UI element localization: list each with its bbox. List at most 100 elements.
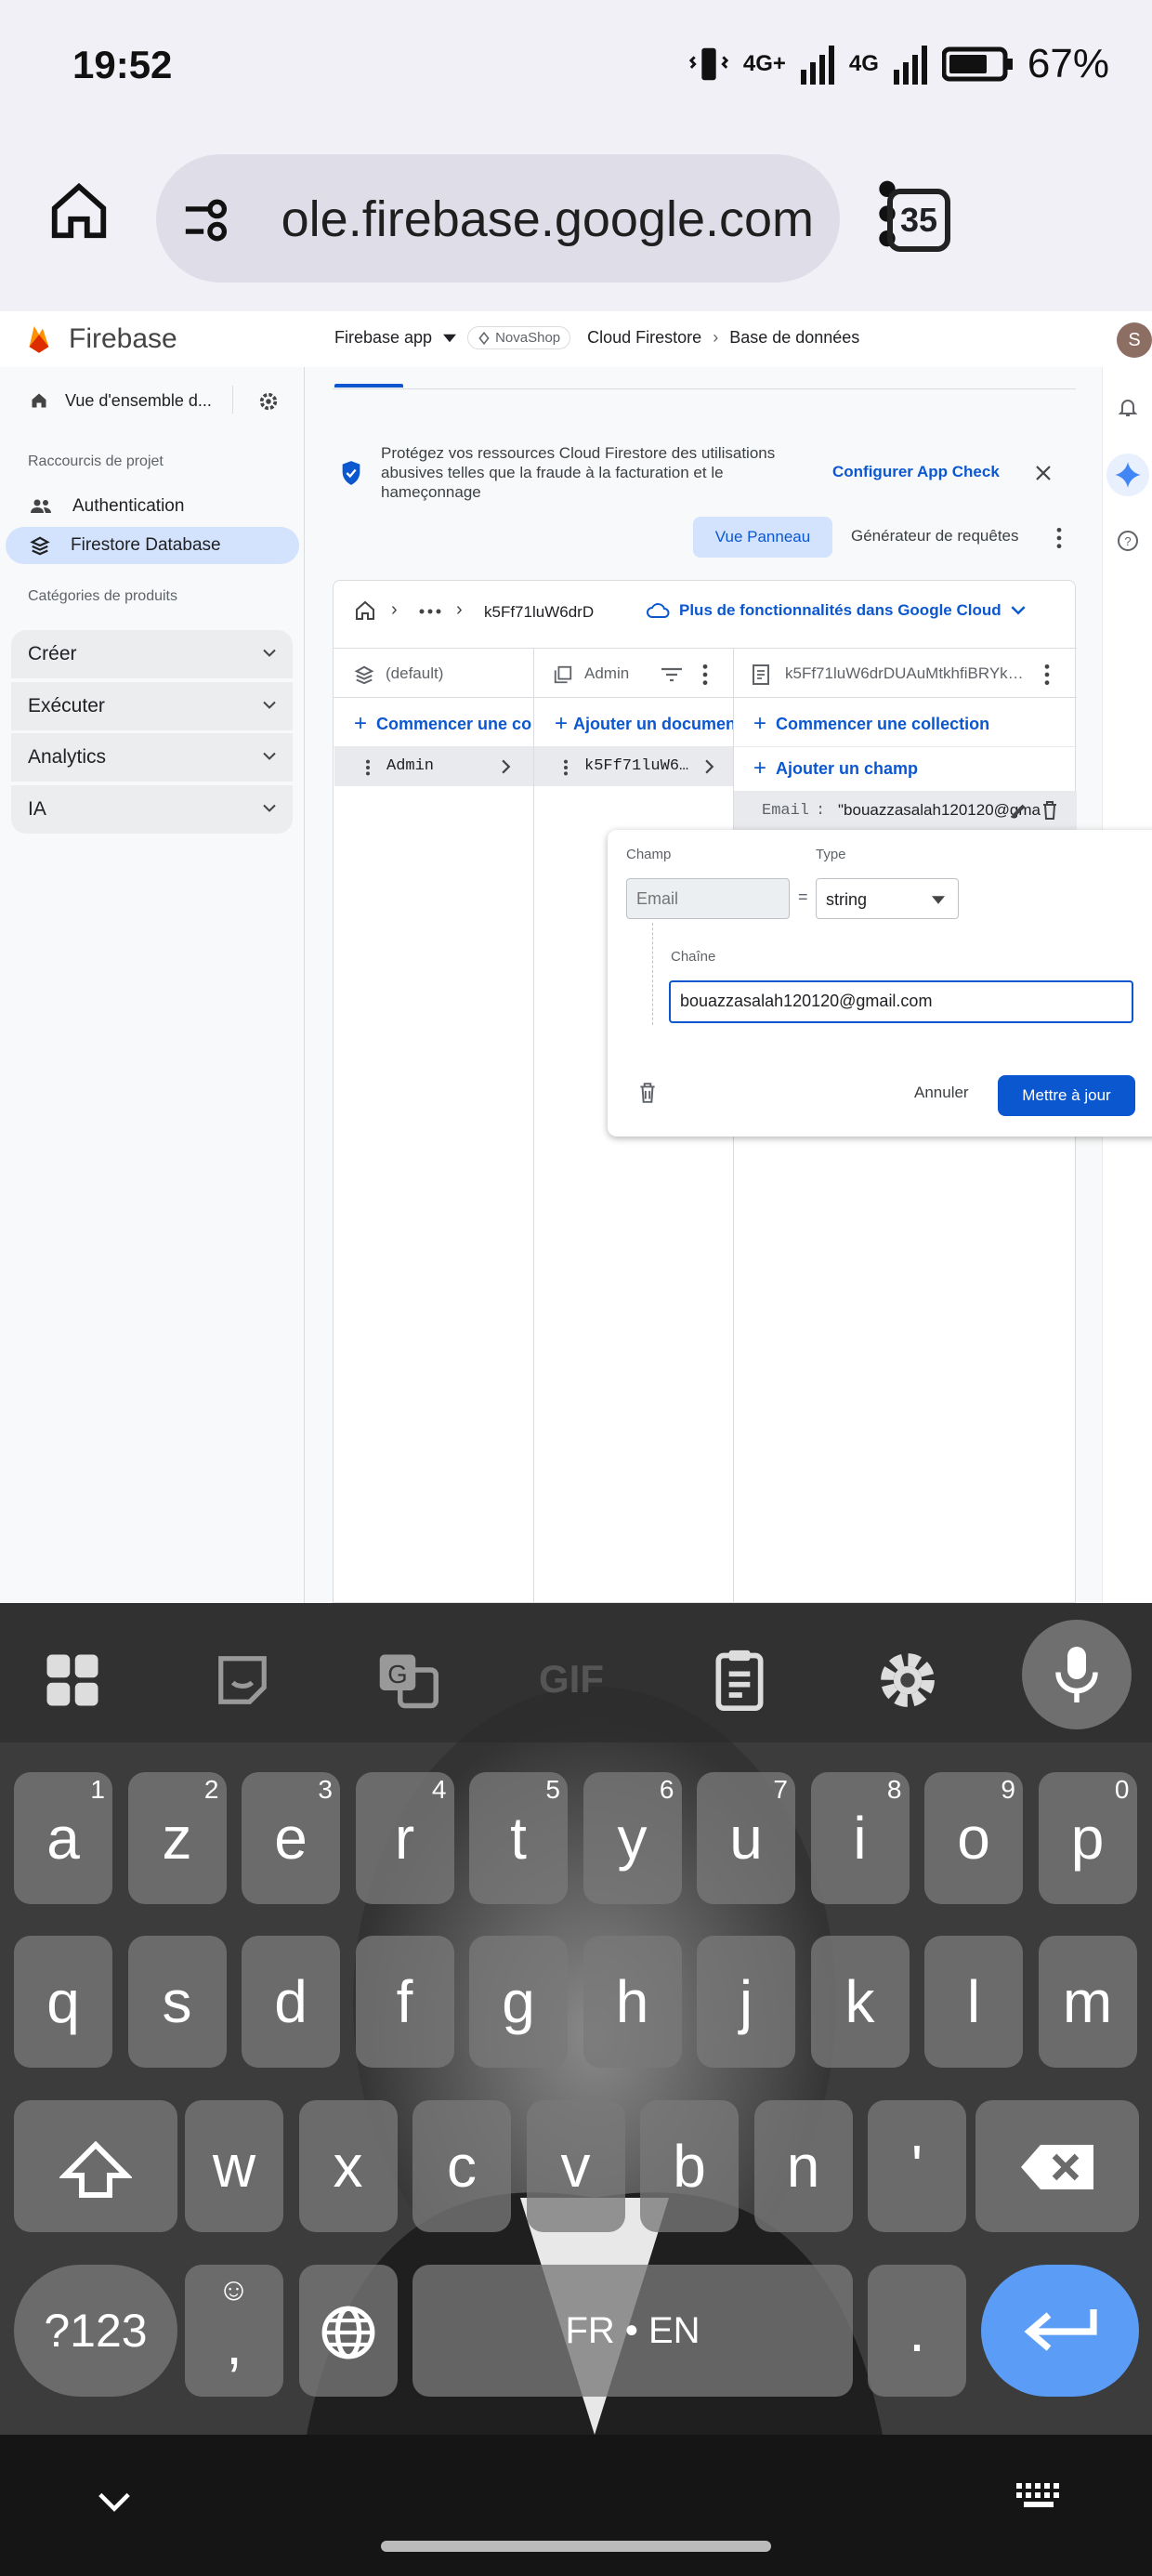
delete-icon[interactable]: [1041, 800, 1059, 821]
key-v[interactable]: v: [526, 2100, 625, 2232]
key-s[interactable]: s: [127, 1936, 227, 2068]
column-2-title: Admin: [584, 664, 630, 682]
key-c[interactable]: c: [412, 2100, 511, 2232]
notifications-icon[interactable]: [1117, 395, 1139, 419]
symbols-key[interactable]: ?123: [14, 2265, 177, 2397]
add-field-button[interactable]: + Ajouter un champ: [753, 756, 918, 782]
settings-gear-icon[interactable]: [258, 391, 279, 412]
key-hint: 0: [1114, 1775, 1130, 1804]
start-collection-button-2[interactable]: + Commencer une collection: [753, 711, 989, 737]
comma-key[interactable]: , ☺: [185, 2265, 283, 2397]
key-m[interactable]: m: [1038, 1936, 1137, 2068]
key-i[interactable]: i8: [810, 1772, 910, 1904]
key-n[interactable]: n: [753, 2100, 853, 2232]
key-z[interactable]: z2: [127, 1772, 227, 1904]
apps-icon[interactable]: [42, 1649, 103, 1711]
google-cloud-link[interactable]: Plus de fonctionnalités dans Google Clou…: [646, 601, 1026, 620]
configure-app-check-link[interactable]: Configurer App Check: [832, 463, 1000, 481]
sticker-icon[interactable]: [214, 1649, 271, 1711]
mic-button[interactable]: [1022, 1620, 1132, 1729]
key-apostrophe[interactable]: ': [868, 2100, 966, 2232]
key-j[interactable]: j: [697, 1936, 795, 2068]
keyboard-switch-icon[interactable]: [1013, 2479, 1065, 2513]
key-a[interactable]: a1: [14, 1772, 112, 1904]
language-key[interactable]: [299, 2265, 398, 2397]
backspace-key[interactable]: [975, 2100, 1139, 2232]
category-ia[interactable]: IA: [11, 785, 293, 834]
site-settings-icon[interactable]: [180, 193, 236, 247]
more-horiz-icon[interactable]: [419, 609, 441, 614]
key-l[interactable]: l: [924, 1936, 1023, 2068]
query-builder-button[interactable]: Générateur de requêtes: [851, 527, 1019, 545]
type-label: Type: [816, 847, 846, 862]
home-icon[interactable]: [354, 599, 376, 622]
key-q[interactable]: q: [14, 1936, 112, 2068]
delete-icon[interactable]: [637, 1082, 658, 1104]
category-creer[interactable]: Créer: [11, 630, 293, 678]
tab-switcher-button[interactable]: 35: [887, 189, 950, 252]
key-hint: 6: [659, 1775, 674, 1804]
key-e[interactable]: e3: [242, 1772, 340, 1904]
settings-icon[interactable]: [877, 1649, 938, 1711]
key-p[interactable]: p0: [1038, 1772, 1137, 1904]
more-vert-icon[interactable]: [700, 663, 711, 687]
field-name-input[interactable]: [626, 878, 790, 919]
avatar[interactable]: S: [1117, 322, 1152, 358]
key-t[interactable]: t5: [469, 1772, 568, 1904]
edit-icon[interactable]: [1009, 800, 1029, 821]
more-vert-icon[interactable]: [1041, 663, 1053, 687]
key-w[interactable]: w: [185, 2100, 283, 2232]
enter-key[interactable]: [981, 2265, 1139, 2397]
key-b[interactable]: b: [640, 2100, 739, 2232]
key-h[interactable]: h: [583, 1936, 682, 2068]
project-chip[interactable]: NovaShop: [467, 326, 571, 349]
shift-key[interactable]: [14, 2100, 177, 2232]
soft-keyboard: G GIF a1z2e3r4t5y6u7i8o9p0 qsdfghjklm wxcv…: [0, 1603, 1152, 2435]
space-key[interactable]: FR • EN: [412, 2265, 853, 2397]
filter-icon[interactable]: [661, 667, 683, 682]
path-doc[interactable]: k5Ff71luW6drD: [484, 603, 594, 622]
start-collection-button[interactable]: + Commencer une collection: [354, 711, 532, 737]
key-g[interactable]: g: [469, 1936, 568, 2068]
key-hint: 1: [90, 1775, 105, 1804]
key-f[interactable]: f: [355, 1936, 454, 2068]
breadcrumb-product[interactable]: Cloud Firestore: [587, 328, 701, 348]
type-select[interactable]: string: [816, 878, 959, 919]
add-document-button[interactable]: + Ajouter un document: [555, 711, 733, 737]
gif-button[interactable]: GIF: [539, 1657, 604, 1702]
value-input[interactable]: bouazzasalah120120@gmail.com: [669, 980, 1133, 1023]
panel-view-button[interactable]: Vue Panneau: [693, 517, 832, 558]
gemini-button[interactable]: [1106, 453, 1149, 496]
list-item-admin[interactable]: Admin: [334, 747, 533, 786]
update-button[interactable]: Mettre à jour: [998, 1075, 1135, 1116]
category-executer[interactable]: Exécuter: [11, 682, 293, 730]
dropdown-arrow-icon[interactable]: [443, 334, 457, 343]
key-d[interactable]: d: [242, 1936, 340, 2068]
period-key[interactable]: .: [868, 2265, 966, 2397]
home-gesture-bar[interactable]: [381, 2541, 771, 2552]
help-icon[interactable]: ?: [1117, 530, 1139, 552]
field-row-email[interactable]: Email : "bouazzasalah120120@gma: [734, 791, 1077, 830]
more-vert-icon[interactable]: [364, 758, 372, 777]
key-u[interactable]: u7: [697, 1772, 795, 1904]
more-vert-icon[interactable]: [562, 758, 569, 777]
cancel-button[interactable]: Annuler: [914, 1084, 969, 1102]
key-y[interactable]: y6: [583, 1772, 682, 1904]
url-text[interactable]: ole.firebase.google.com: [251, 186, 818, 253]
list-item-document[interactable]: k5Ff71luW6…: [534, 747, 733, 786]
sidebar-item-authentication[interactable]: Authentication: [6, 488, 299, 525]
key-o[interactable]: o9: [924, 1772, 1023, 1904]
sidebar-item-overview[interactable]: Vue d'ensemble d...: [6, 382, 299, 419]
translate-icon[interactable]: G: [377, 1649, 439, 1711]
key-k[interactable]: k: [810, 1936, 910, 2068]
home-icon[interactable]: [46, 178, 111, 243]
close-icon[interactable]: [1034, 464, 1053, 482]
key-x[interactable]: x: [298, 2100, 398, 2232]
more-vert-icon[interactable]: [1051, 526, 1067, 550]
hide-keyboard-icon[interactable]: [97, 2491, 132, 2513]
sidebar-item-firestore[interactable]: Firestore Database: [6, 527, 299, 564]
key-r[interactable]: r4: [355, 1772, 454, 1904]
category-analytics[interactable]: Analytics: [11, 733, 293, 782]
clipboard-icon[interactable]: [712, 1648, 767, 1711]
breadcrumb-app[interactable]: Firebase app: [334, 328, 432, 348]
